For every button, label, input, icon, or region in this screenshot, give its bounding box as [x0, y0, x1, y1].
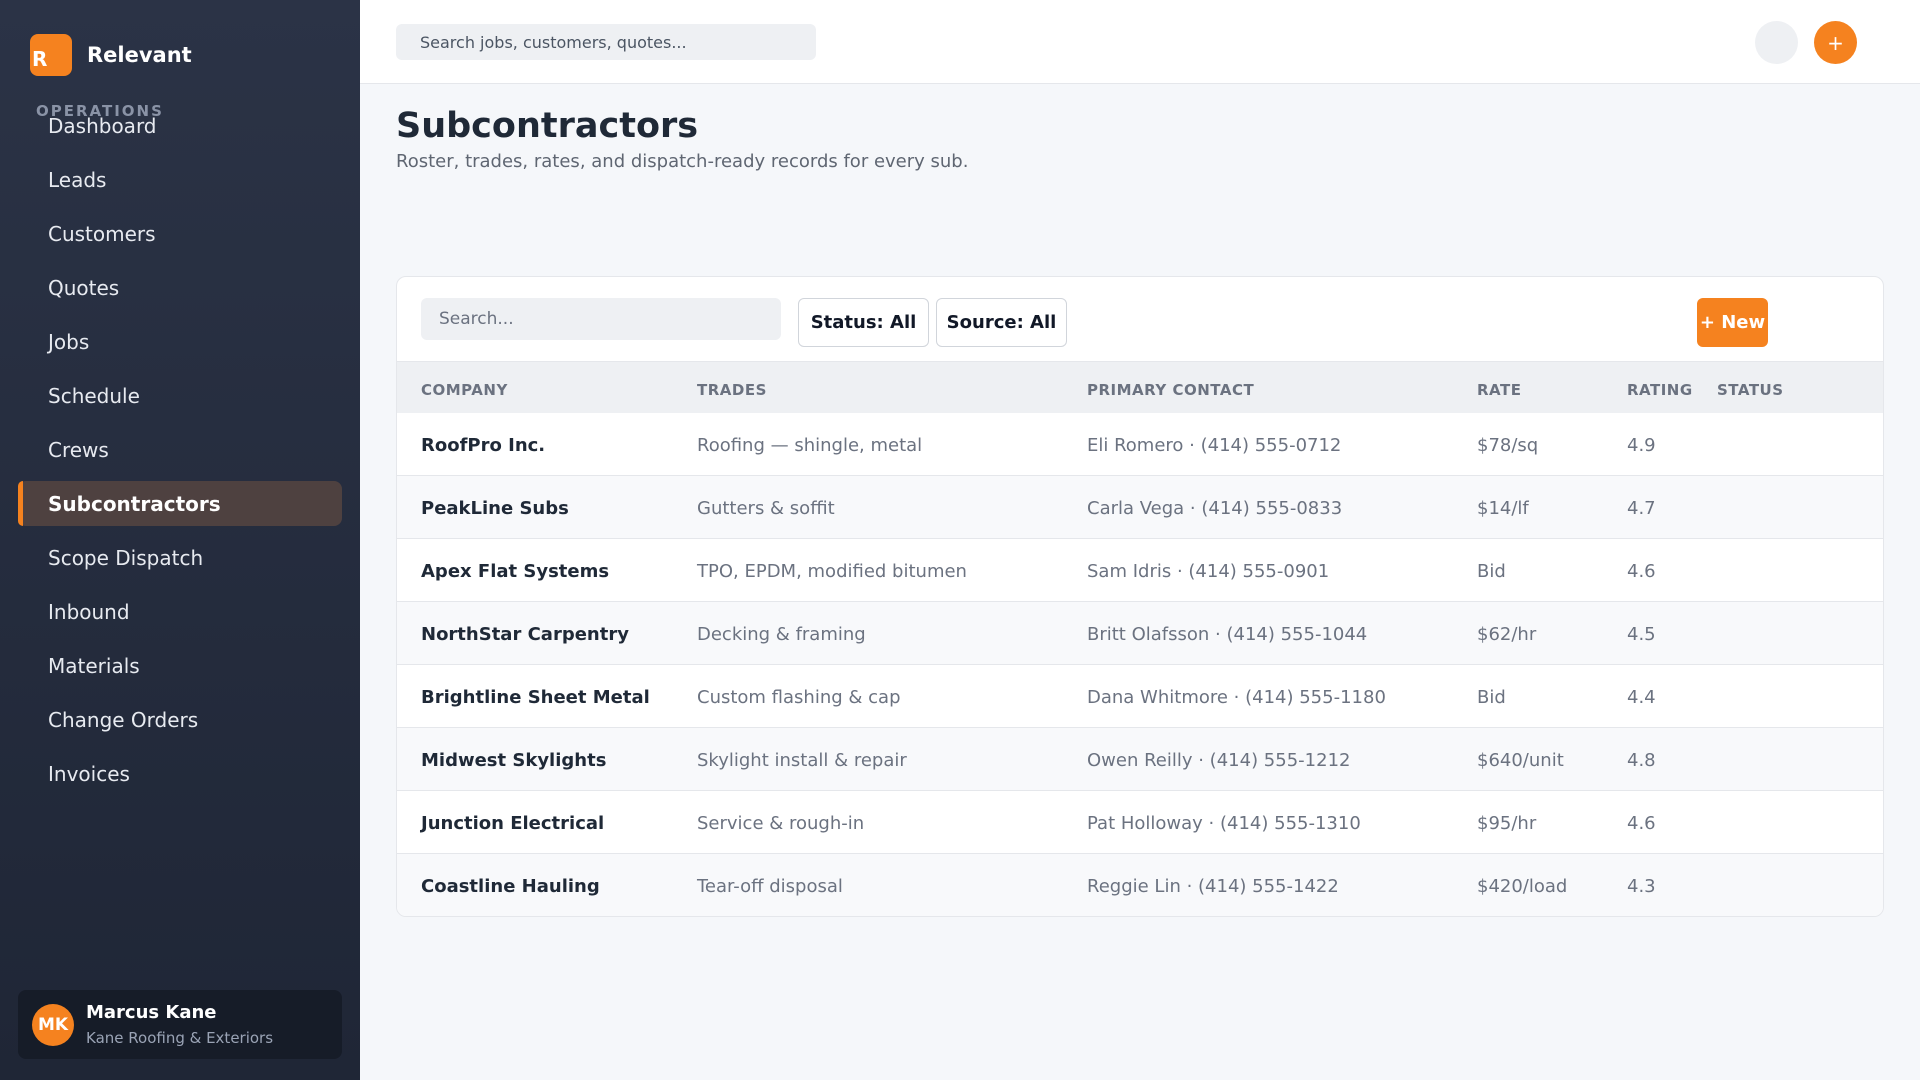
- sidebar-item-crews[interactable]: Crews: [18, 427, 342, 472]
- sidebar-item-scope-dispatch[interactable]: Scope Dispatch: [18, 535, 342, 580]
- sidebar-item-change-orders[interactable]: Change Orders: [18, 697, 342, 742]
- cell-rate: $62/hr: [1477, 624, 1537, 645]
- sidebar-item-invoices[interactable]: Invoices: [18, 751, 342, 796]
- cell-trades: Tear-off disposal: [697, 876, 843, 897]
- cell-trades: TPO, EPDM, modified bitumen: [697, 561, 967, 582]
- cell-contact: Carla Vega · (414) 555-0833: [1087, 498, 1343, 519]
- cell-contact: Eli Romero · (414) 555-0712: [1087, 435, 1342, 456]
- table-row[interactable]: Apex Flat Systems TPO, EPDM, modified bi…: [397, 539, 1883, 602]
- cell-company: NorthStar Carpentry: [421, 624, 629, 645]
- table-header: COMPANY TRADES PRIMARY CONTACT RATE RATI…: [397, 361, 1883, 413]
- table-row[interactable]: RoofPro Inc. Roofing — shingle, metal El…: [397, 413, 1883, 476]
- sidebar-item-inbound[interactable]: Inbound: [18, 589, 342, 634]
- table-search-input[interactable]: [421, 298, 781, 340]
- cell-rating: 4.5: [1627, 624, 1656, 645]
- cell-contact: Reggie Lin · (414) 555-1422: [1087, 876, 1339, 897]
- column-header-primary-contact[interactable]: PRIMARY CONTACT: [1087, 381, 1254, 399]
- sidebar-item-jobs[interactable]: Jobs: [18, 319, 342, 364]
- cell-rate: $640/unit: [1477, 750, 1564, 771]
- sidebar-nav: Dashboard Leads Customers Quotes Jobs Sc…: [18, 103, 342, 805]
- sidebar-item-dashboard[interactable]: Dashboard: [18, 103, 342, 148]
- sidebar-item-materials[interactable]: Materials: [18, 643, 342, 688]
- user-name: Marcus Kane: [86, 1002, 217, 1023]
- sidebar-item-leads[interactable]: Leads: [18, 157, 342, 202]
- user-company: Kane Roofing & Exteriors: [86, 1029, 274, 1047]
- sidebar: R Relevant OPERATIONS Dashboard Leads Cu…: [0, 0, 360, 1080]
- subcontractors-card: Status: All Source: All + New COMPANY TR…: [396, 276, 1884, 917]
- new-subcontractor-button[interactable]: + New: [1697, 298, 1768, 347]
- topbar: +: [360, 0, 1920, 84]
- avatar: MK: [32, 1003, 74, 1046]
- page-subtitle: Roster, trades, rates, and dispatch-read…: [396, 151, 969, 172]
- table-row[interactable]: PeakLine Subs Gutters & soffit Carla Veg…: [397, 476, 1883, 539]
- brand-logo-icon: R: [30, 34, 72, 76]
- cell-company: Junction Electrical: [421, 813, 605, 834]
- table-row[interactable]: Midwest Skylights Skylight install & rep…: [397, 728, 1883, 791]
- cell-rating: 4.6: [1627, 561, 1656, 582]
- cell-company: Brightline Sheet Metal: [421, 687, 650, 708]
- cell-contact: Owen Reilly · (414) 555-1212: [1087, 750, 1351, 771]
- cell-trades: Service & rough-in: [697, 813, 865, 834]
- cell-company: Midwest Skylights: [421, 750, 607, 771]
- page-title: Subcontractors: [396, 106, 699, 146]
- column-header-trades[interactable]: TRADES: [697, 381, 767, 399]
- cell-rate: Bid: [1477, 561, 1506, 582]
- cell-rate: $420/load: [1477, 876, 1568, 897]
- cell-rate: $78/sq: [1477, 435, 1539, 456]
- cell-trades: Decking & framing: [697, 624, 866, 645]
- cell-rating: 4.9: [1627, 435, 1656, 456]
- column-header-rate[interactable]: RATE: [1477, 381, 1521, 399]
- column-header-company[interactable]: COMPANY: [421, 381, 508, 399]
- cell-company: Coastline Hauling: [421, 876, 600, 897]
- cell-rate: Bid: [1477, 687, 1506, 708]
- brand[interactable]: R Relevant: [30, 34, 192, 76]
- cell-rating: 4.8: [1627, 750, 1656, 771]
- cell-rate: $95/hr: [1477, 813, 1537, 834]
- table-row[interactable]: NorthStar Carpentry Decking & framing Br…: [397, 602, 1883, 665]
- table-row[interactable]: Junction Electrical Service & rough-in P…: [397, 791, 1883, 854]
- cell-contact: Sam Idris · (414) 555-0901: [1087, 561, 1330, 582]
- cell-trades: Skylight install & repair: [697, 750, 907, 771]
- quick-add-button[interactable]: +: [1814, 21, 1857, 64]
- cell-company: RoofPro Inc.: [421, 435, 546, 456]
- column-header-status[interactable]: STATUS: [1717, 381, 1784, 399]
- user-card[interactable]: MK Marcus Kane Kane Roofing & Exteriors: [18, 990, 342, 1059]
- brand-name: Relevant: [87, 43, 192, 67]
- cell-company: PeakLine Subs: [421, 498, 569, 519]
- table-body: RoofPro Inc. Roofing — shingle, metal El…: [397, 413, 1883, 916]
- cell-contact: Britt Olafsson · (414) 555-1044: [1087, 624, 1368, 645]
- cell-trades: Custom flashing & cap: [697, 687, 901, 708]
- cell-rating: 4.4: [1627, 687, 1656, 708]
- source-filter-button[interactable]: Source: All: [936, 298, 1067, 347]
- cell-rating: 4.3: [1627, 876, 1656, 897]
- notifications-button[interactable]: [1755, 21, 1798, 64]
- sidebar-item-customers[interactable]: Customers: [18, 211, 342, 256]
- table-row[interactable]: Coastline Hauling Tear-off disposal Regg…: [397, 854, 1883, 916]
- cell-trades: Gutters & soffit: [697, 498, 835, 519]
- cell-trades: Roofing — shingle, metal: [697, 435, 923, 456]
- cell-rating: 4.7: [1627, 498, 1656, 519]
- cell-company: Apex Flat Systems: [421, 561, 610, 582]
- status-filter-button[interactable]: Status: All: [798, 298, 929, 347]
- user-meta: Marcus Kane Kane Roofing & Exteriors: [86, 1002, 273, 1047]
- sidebar-item-subcontractors[interactable]: Subcontractors: [18, 481, 342, 526]
- column-header-rating[interactable]: RATING: [1627, 381, 1693, 399]
- cell-contact: Pat Holloway · (414) 555-1310: [1087, 813, 1361, 834]
- sidebar-item-quotes[interactable]: Quotes: [18, 265, 342, 310]
- cell-rate: $14/lf: [1477, 498, 1529, 519]
- global-search-input[interactable]: [396, 24, 816, 60]
- sidebar-item-schedule[interactable]: Schedule: [18, 373, 342, 418]
- table-row[interactable]: Brightline Sheet Metal Custom flashing &…: [397, 665, 1883, 728]
- cell-rating: 4.6: [1627, 813, 1656, 834]
- cell-contact: Dana Whitmore · (414) 555-1180: [1087, 687, 1386, 708]
